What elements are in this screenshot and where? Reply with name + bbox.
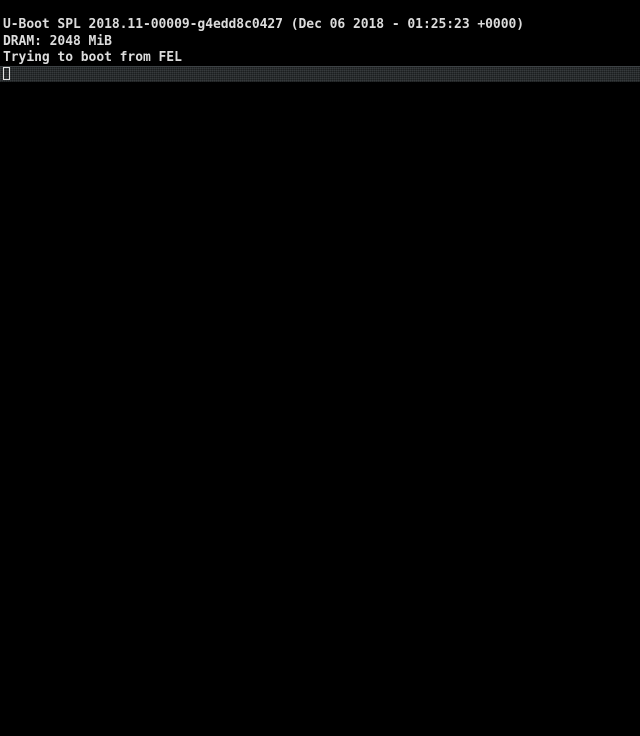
text-cursor (3, 67, 10, 80)
terminal-line-uboot-version: U-Boot SPL 2018.11-00009-g4edd8c0427 (De… (3, 17, 525, 32)
terminal-window[interactable]: U-Boot SPL 2018.11-00009-g4edd8c0427 (De… (0, 0, 640, 736)
terminal-line-boot-source: Trying to boot from FEL (3, 50, 182, 65)
terminal-line-dram: DRAM: 2048 MiB (3, 33, 112, 49)
terminal-output: U-Boot SPL 2018.11-00009-g4edd8c0427 (De… (3, 17, 524, 67)
highlighted-input-line[interactable] (0, 66, 640, 82)
